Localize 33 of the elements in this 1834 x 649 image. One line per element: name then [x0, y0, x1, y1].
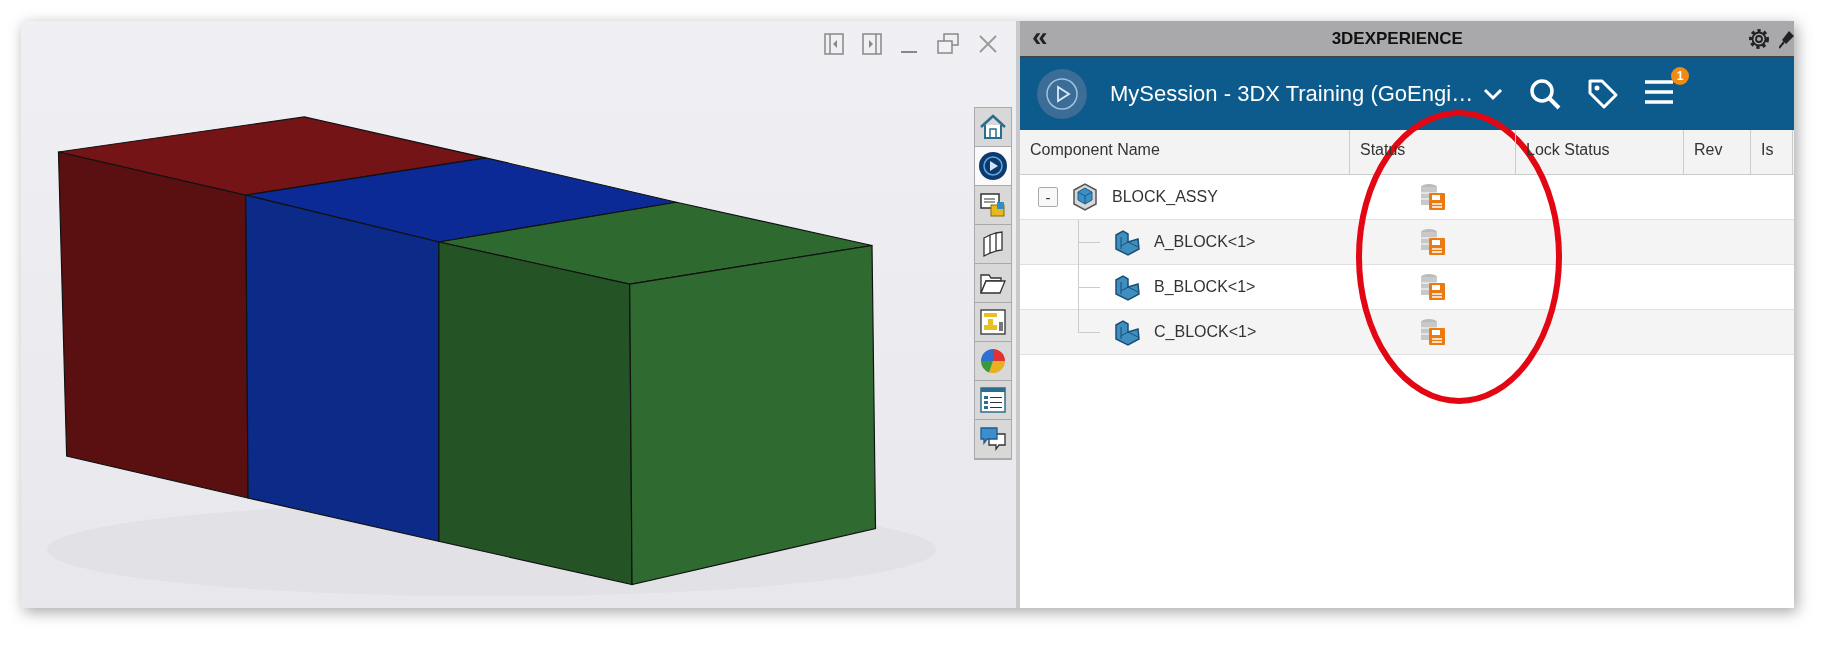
session-title: MySession - 3DX Training (GoEngi… — [1110, 81, 1474, 107]
notification-badge: 1 — [1671, 67, 1690, 85]
component-name: A_BLOCK<1> — [1154, 233, 1256, 251]
dock-right-icon[interactable] — [862, 33, 882, 55]
column-header[interactable]: Lock Status — [1516, 130, 1684, 174]
layout-icon — [979, 308, 1007, 336]
database-save-icon — [1420, 183, 1446, 211]
column-header[interactable]: Rev — [1684, 130, 1751, 174]
chat-icon — [979, 425, 1007, 453]
column-header[interactable]: Is — [1751, 130, 1793, 174]
chevron-down-icon[interactable] — [1483, 87, 1504, 101]
list-icon — [979, 386, 1007, 414]
database-save-icon — [1420, 318, 1446, 346]
settings-icon[interactable] — [1747, 26, 1771, 51]
search-icon[interactable] — [1529, 78, 1562, 110]
compass-logo-icon[interactable] — [1036, 68, 1088, 120]
database-save-icon — [1420, 228, 1446, 256]
house-icon — [979, 113, 1007, 141]
color-wheel-icon — [979, 347, 1007, 375]
component-name: BLOCK_ASSY — [1112, 188, 1218, 206]
monitor-box-icon — [979, 191, 1007, 219]
tag-icon[interactable] — [1587, 78, 1620, 110]
toolbar-button[interactable] — [975, 147, 1011, 186]
component-name: B_BLOCK<1> — [1154, 278, 1256, 296]
compass-icon — [978, 151, 1008, 181]
expand-toggle[interactable]: - — [1038, 187, 1058, 207]
collapse-button[interactable]: « — [1032, 22, 1048, 51]
dock-left-icon[interactable] — [824, 33, 844, 55]
database-save-icon — [1420, 273, 1446, 301]
column-header[interactable]: Component Name — [1020, 130, 1350, 174]
component-name: C_BLOCK<1> — [1154, 323, 1257, 341]
menu-icon[interactable] — [1645, 79, 1674, 105]
panel-title: 3DEXPERIENCE — [1330, 28, 1464, 49]
